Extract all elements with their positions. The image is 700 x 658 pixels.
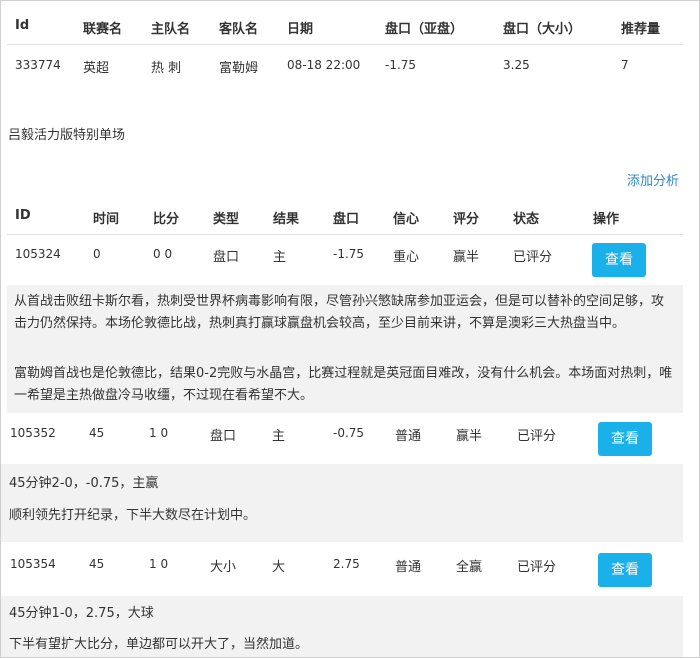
analysis-score: 1 0	[149, 426, 169, 440]
match-away-team: 富勒姆	[219, 61, 259, 76]
analysis-result: 主	[272, 429, 286, 444]
analysis-confidence: 普通	[395, 560, 422, 575]
analysis-confidence: 普通	[395, 429, 422, 444]
match-id: 333774	[15, 58, 61, 72]
header-away-team: 客队名	[219, 22, 259, 37]
add-analysis-link[interactable]: 添加分析	[627, 170, 679, 189]
header-result: 结果	[273, 212, 300, 227]
header-home-team: 主队名	[151, 22, 191, 37]
analysis-result: 主	[273, 250, 287, 265]
analysis-type: 盘口	[210, 429, 237, 444]
analysis-score: 0 0	[153, 247, 173, 261]
header-confidence: 信心	[393, 212, 420, 227]
analysis-type: 大小	[210, 560, 237, 575]
analysis-status: 已评分	[517, 560, 557, 575]
header-date: 日期	[287, 22, 314, 37]
header-league: 联赛名	[83, 22, 123, 37]
header-handicap-total: 盘口（大小）	[503, 22, 582, 37]
analysis-detail-panel: 45分钟1-0，2.75，大球 下半有望扩大比分，单边都可以开大了，当然加道。	[1, 596, 683, 657]
header-rating: 评分	[453, 212, 480, 227]
analysis-detail-panel: 45分钟2-0，-0.75，主赢 顺利领先打开纪录，下半大数尽在计划中。	[1, 464, 683, 542]
analysis-time: 45	[89, 557, 105, 571]
analysis-time: 0	[93, 247, 101, 261]
header-divider	[7, 44, 683, 45]
analysis-rating: 全赢	[456, 560, 483, 575]
header-id: Id	[15, 18, 30, 33]
analysis-id: 105354	[10, 557, 56, 571]
match-home-team: 热 刺	[151, 61, 182, 76]
analysis-handicap: -0.75	[333, 426, 365, 440]
view-button[interactable]: 查看	[598, 422, 652, 456]
match-handicap-total: 3.25	[503, 58, 530, 72]
analysis-handicap: -1.75	[333, 247, 365, 261]
view-button[interactable]: 查看	[598, 553, 652, 587]
analysis-paragraph: 下半有望扩大比分，单边都可以开大了，当然加道。	[9, 637, 309, 652]
analysis-id: 105352	[10, 426, 56, 440]
header-action: 操作	[593, 212, 620, 227]
analysis-score: 1 0	[149, 557, 169, 571]
header-recommend-count: 推荐量	[621, 22, 661, 37]
analysis-detail-panel: 从首战击败纽卡斯尔看，热刺受世界杯病毒影响有限，尽管孙兴慜缺席参加亚运会，但是可…	[7, 285, 683, 413]
match-league: 英超	[83, 61, 110, 76]
header-analysis-id: ID	[15, 208, 31, 223]
analysis-paragraph: 45分钟1-0，2.75，大球	[9, 606, 154, 621]
analysis-time: 45	[89, 426, 105, 440]
analysis-paragraph: 顺利领先打开纪录，下半大数尽在计划中。	[9, 508, 257, 523]
analysis-status: 已评分	[513, 250, 553, 265]
header-time: 时间	[93, 212, 120, 227]
analysis-status: 已评分	[517, 429, 557, 444]
header-handicap: 盘口	[333, 212, 360, 227]
analysis-header-divider	[7, 234, 683, 235]
view-button[interactable]: 查看	[592, 243, 646, 277]
header-status: 状态	[513, 212, 540, 227]
analysis-handicap: 2.75	[333, 557, 360, 571]
match-handicap-asian: -1.75	[385, 58, 417, 72]
analysis-rating: 赢半	[453, 250, 480, 265]
analysis-paragraph: 从首战击败纽卡斯尔看，热刺受世界杯病毒影响有限，尽管孙兴慜缺席参加亚运会，但是可…	[14, 294, 665, 331]
analysis-rating: 赢半	[456, 429, 483, 444]
header-score: 比分	[153, 212, 180, 227]
section-title: 吕毅活力版特别单场	[8, 128, 126, 143]
analysis-confidence: 重心	[393, 250, 420, 265]
header-type: 类型	[213, 212, 240, 227]
match-date: 08-18 22:00	[287, 58, 361, 72]
header-handicap-asian: 盘口（亚盘）	[385, 22, 464, 37]
analysis-id: 105324	[15, 247, 61, 261]
analysis-result: 大	[272, 560, 286, 575]
match-recommend-count: 7	[621, 58, 629, 72]
analysis-paragraph: 45分钟2-0，-0.75，主赢	[9, 476, 159, 491]
analysis-type: 盘口	[213, 250, 240, 265]
analysis-paragraph: 富勒姆首战也是伦敦德比，结果0-2完败与水晶宫，比赛过程就是英冠面目难改，没有什…	[14, 366, 673, 403]
page-frame: Id 联赛名 主队名 客队名 日期 盘口（亚盘） 盘口（大小） 推荐量 3337…	[0, 0, 700, 658]
